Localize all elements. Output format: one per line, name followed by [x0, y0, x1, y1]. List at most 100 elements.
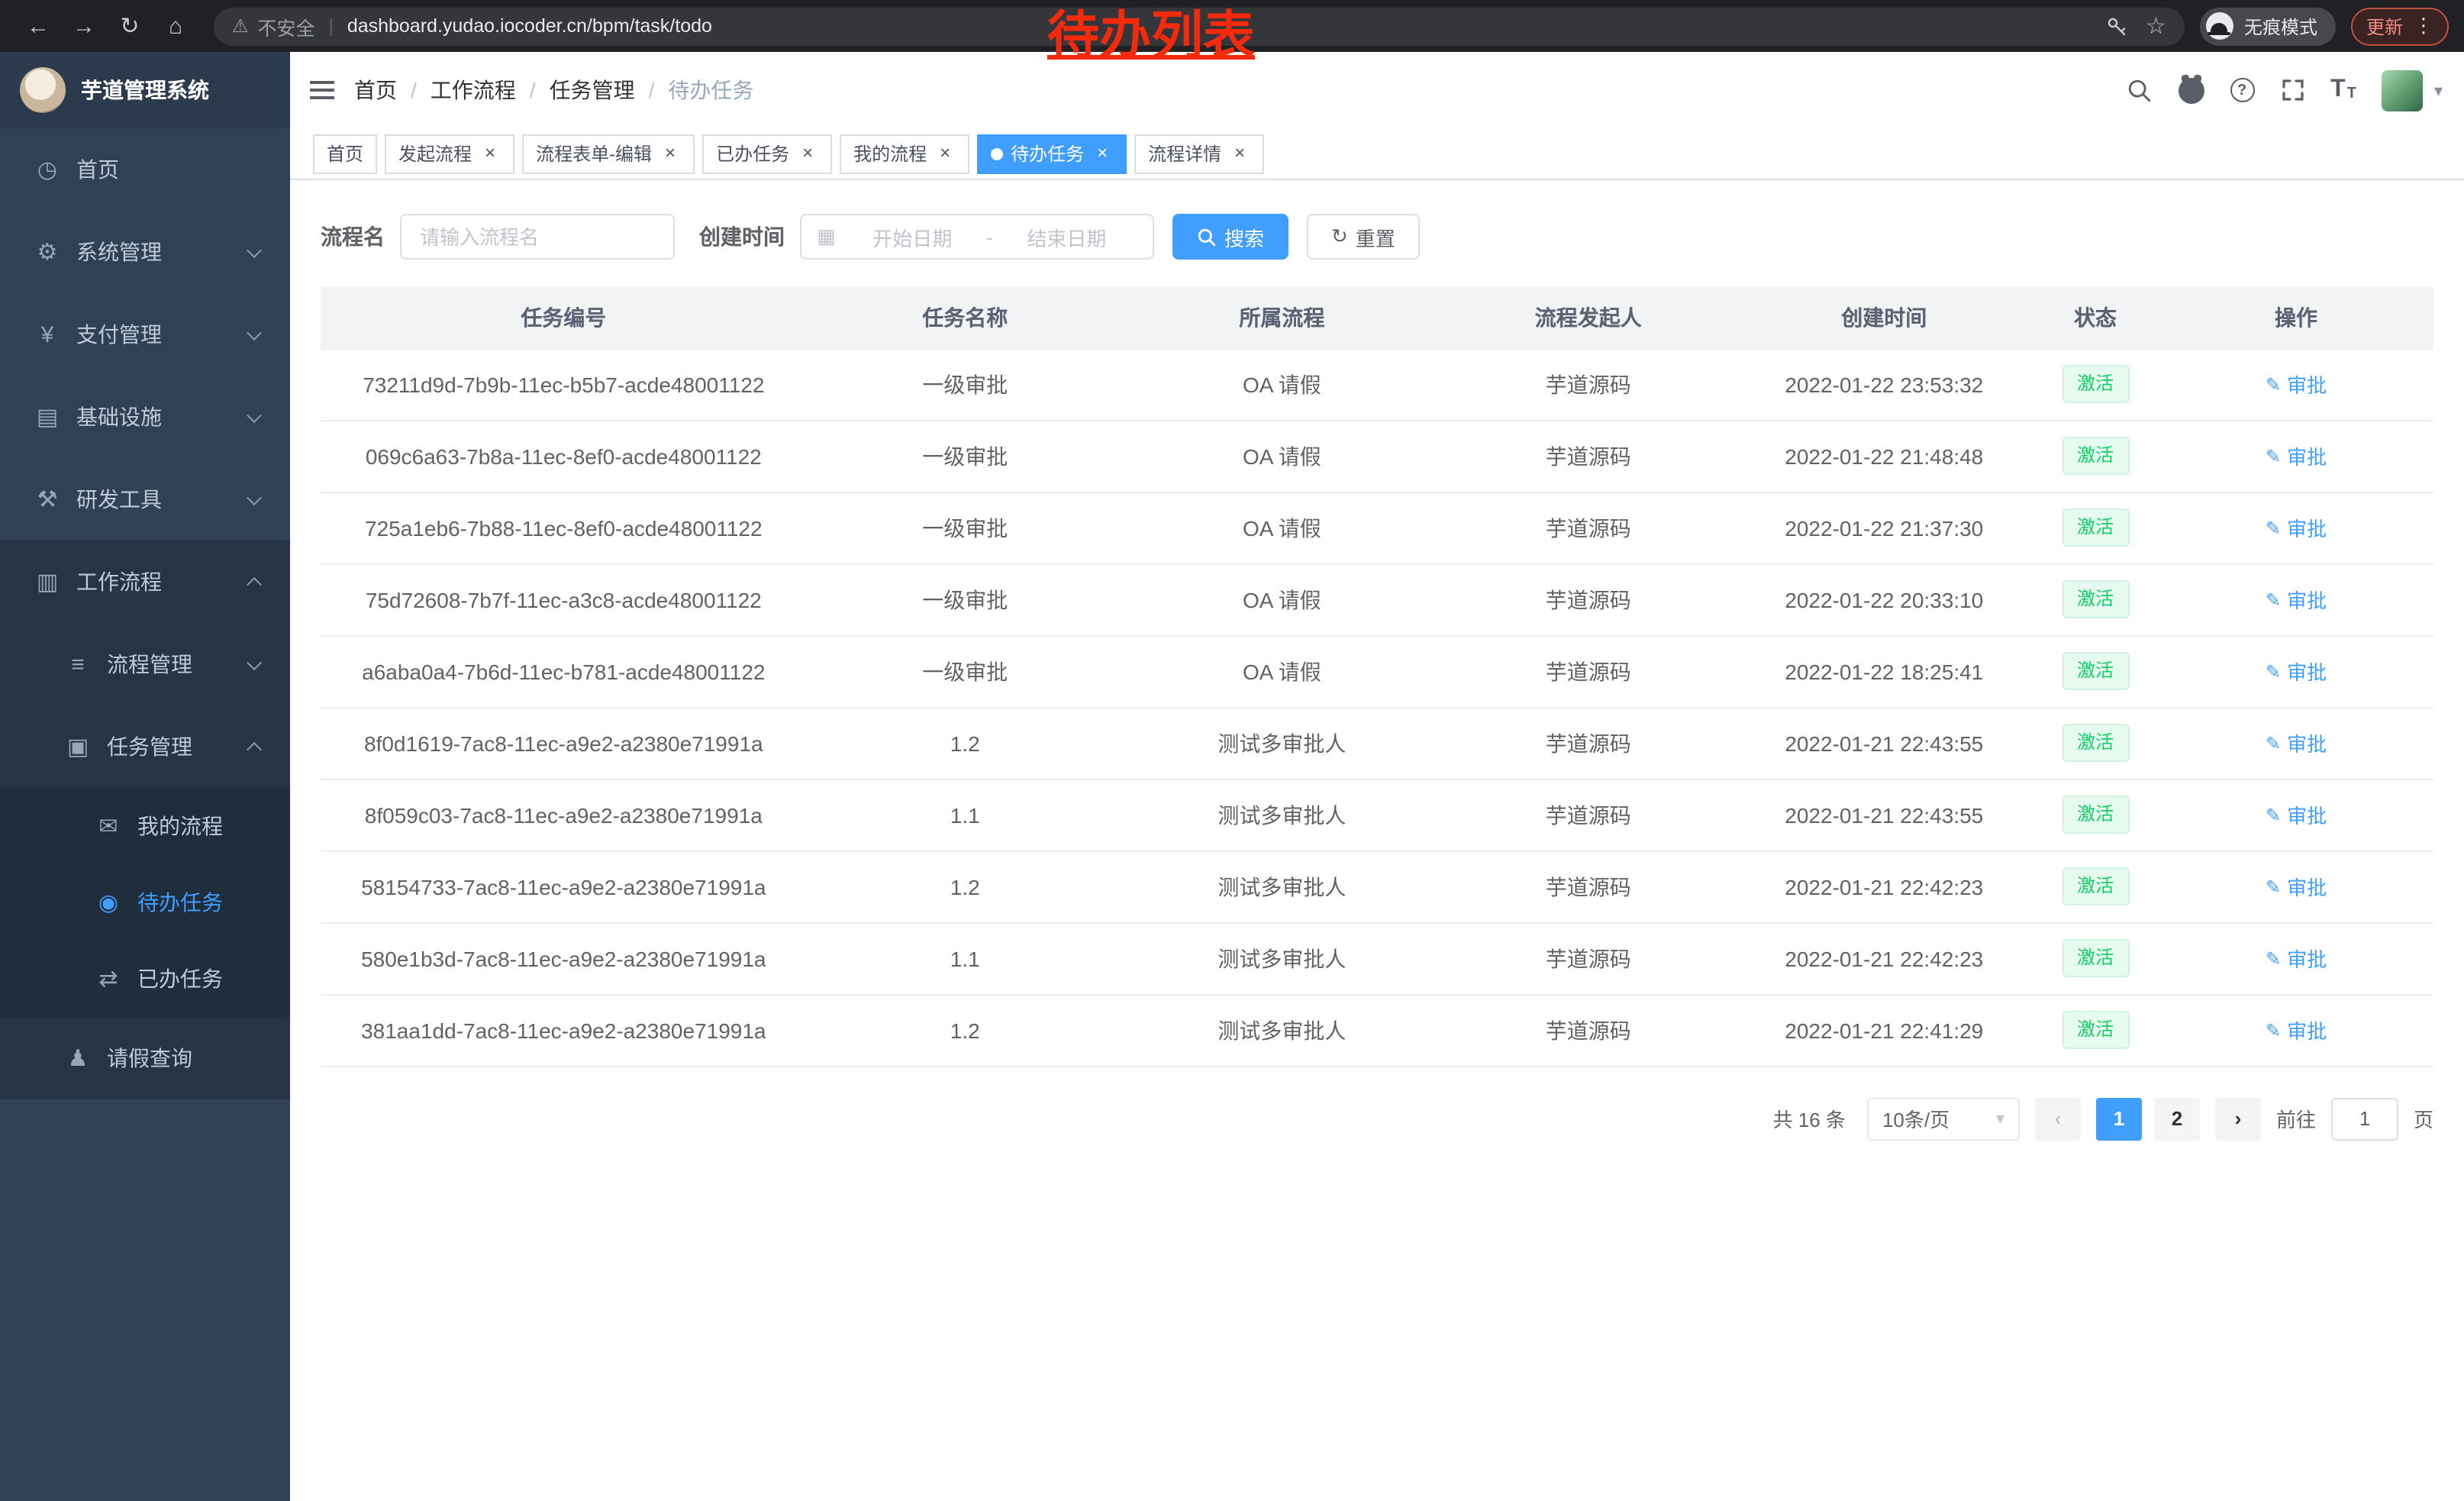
cell-task-name: 1.1 — [807, 779, 1124, 851]
page-button-2[interactable]: 2 — [2154, 1097, 2200, 1140]
sidebar-item-devtools[interactable]: ⚒ 研发工具 — [0, 458, 290, 541]
approve-button[interactable]: ✎ 审批 — [2266, 800, 2327, 829]
reset-button[interactable]: ↻ 重置 — [1307, 214, 1420, 260]
tab-已办任务[interactable]: 已办任务 × — [702, 134, 832, 173]
bookmark-star-icon[interactable]: ☆ — [2146, 12, 2166, 40]
back-icon[interactable]: ← — [15, 3, 61, 49]
col-created: 创建时间 — [1737, 287, 2033, 348]
status-badge: 激活 — [2062, 939, 2129, 977]
end-date-placeholder: 结束日期 — [996, 222, 1137, 251]
approve-button[interactable]: ✎ 审批 — [2266, 944, 2327, 973]
search-button-icon — [1197, 227, 1217, 247]
update-button[interactable]: 更新 ⋮ — [2351, 7, 2449, 45]
cell-actions: ✎ 审批 — [2159, 492, 2433, 563]
tab-流程详情[interactable]: 流程详情 × — [1134, 134, 1264, 173]
table-row[interactable]: 8f059c03-7ac8-11ec-a9e2-a2380e71991a 1.1… — [321, 779, 2433, 851]
cell-status: 激活 — [2032, 635, 2159, 707]
sidebar-item-infra[interactable]: ▤ 基础设施 — [0, 376, 290, 458]
table-row[interactable]: 73211d9d-7b9b-11ec-b5b7-acde48001122 一级审… — [321, 348, 2433, 420]
key-icon[interactable] — [2104, 15, 2127, 37]
tab-首页[interactable]: 首页 — [313, 134, 377, 173]
breadcrumb-item[interactable]: 首页 — [354, 75, 397, 105]
cell-created: 2022-01-22 20:33:10 — [1737, 563, 2033, 635]
tab-close-icon[interactable]: × — [934, 143, 956, 164]
next-page-button[interactable]: › — [2215, 1097, 2261, 1140]
approve-button[interactable]: ✎ 审批 — [2266, 585, 2327, 614]
cell-created: 2022-01-21 22:42:23 — [1737, 851, 2033, 922]
breadcrumb: 首页/工作流程/任务管理/待办任务 — [354, 75, 753, 105]
approve-button[interactable]: ✎ 审批 — [2266, 872, 2327, 901]
sidebar-toggle-button[interactable] — [290, 52, 354, 128]
table-row[interactable]: 725a1eb6-7b88-11ec-8ef0-acde48001122 一级审… — [321, 492, 2433, 563]
search-button[interactable]: 搜索 — [1172, 214, 1288, 260]
tab-流程表单-编辑[interactable]: 流程表单-编辑 × — [522, 134, 695, 173]
breadcrumb-separator: / — [411, 78, 417, 102]
tab-我的流程[interactable]: 我的流程 × — [840, 134, 969, 173]
fullscreen-icon[interactable] — [2280, 78, 2304, 102]
sidebar-item-leave-query[interactable]: ♟ 请假查询 — [0, 1017, 290, 1099]
sidebar-item-home[interactable]: ◷ 首页 — [0, 128, 290, 211]
cell-task-id: 75d72608-7b7f-11ec-a3c8-acde48001122 — [321, 563, 807, 635]
address-bar[interactable]: ⚠ 不安全 | dashboard.yudao.iocoder.cn/bpm/t… — [214, 7, 2185, 45]
sidebar-item-process-mgmt[interactable]: ≡ 流程管理 — [0, 623, 290, 705]
process-name-input[interactable] — [400, 214, 675, 260]
breadcrumb-item[interactable]: 工作流程 — [431, 75, 516, 105]
incognito-label: 无痕模式 — [2244, 13, 2317, 39]
font-size-icon[interactable]: TT — [2330, 78, 2356, 102]
sidebar-item-my-process[interactable]: ✉ 我的流程 — [0, 788, 290, 864]
table-row[interactable]: 580e1b3d-7ac8-11ec-a9e2-a2380e71991a 1.1… — [321, 922, 2433, 994]
sidebar-item-task-mgmt[interactable]: ▣ 任务管理 — [0, 705, 290, 788]
tab-close-icon[interactable]: × — [797, 143, 818, 164]
prev-page-button[interactable]: ‹ — [2035, 1097, 2081, 1140]
github-icon[interactable] — [2178, 77, 2204, 103]
search-icon[interactable] — [2126, 77, 2152, 103]
home-icon[interactable]: ⌂ — [153, 3, 198, 49]
refresh-icon[interactable]: ↻ — [107, 3, 153, 49]
app-logo[interactable]: 芋道管理系统 — [0, 52, 290, 128]
sidebar-item-todo-tasks[interactable]: ◉ 待办任务 — [0, 864, 290, 941]
table-row[interactable]: 381aa1dd-7ac8-11ec-a9e2-a2380e71991a 1.2… — [321, 994, 2433, 1066]
approve-button[interactable]: ✎ 审批 — [2266, 728, 2327, 757]
goto-page-input[interactable] — [2331, 1097, 2398, 1140]
help-icon[interactable]: ? — [2230, 78, 2254, 102]
tab-close-icon[interactable]: × — [660, 143, 681, 164]
cell-created: 2022-01-22 18:25:41 — [1737, 635, 2033, 707]
chevron-up-icon — [247, 576, 262, 592]
table-row[interactable]: 069c6a63-7b8a-11ec-8ef0-acde48001122 一级审… — [321, 420, 2433, 492]
sidebar-item-payment[interactable]: ¥ 支付管理 — [0, 293, 290, 376]
avatar-caret-icon[interactable]: ▾ — [2434, 80, 2443, 100]
browser-menu-dots-icon[interactable]: ⋮ — [2414, 14, 2433, 38]
table-row[interactable]: 75d72608-7b7f-11ec-a3c8-acde48001122 一级审… — [321, 563, 2433, 635]
tab-close-icon[interactable]: × — [1229, 143, 1250, 164]
table-row[interactable]: a6aba0a4-7b6d-11ec-b781-acde48001122 一级审… — [321, 635, 2433, 707]
cell-created: 2022-01-22 21:37:30 — [1737, 492, 2033, 563]
approve-button[interactable]: ✎ 审批 — [2266, 657, 2327, 686]
tab-close-icon[interactable]: × — [1092, 143, 1113, 164]
sidebar-item-done-tasks[interactable]: ⇄ 已办任务 — [0, 941, 290, 1017]
breadcrumb-item[interactable]: 任务管理 — [550, 75, 635, 105]
approve-button[interactable]: ✎ 审批 — [2266, 370, 2327, 399]
tools-icon: ⚒ — [31, 486, 64, 513]
tab-待办任务[interactable]: 待办任务 × — [977, 134, 1127, 173]
table-row[interactable]: 8f0d1619-7ac8-11ec-a9e2-a2380e71991a 1.2… — [321, 707, 2433, 779]
approve-button[interactable]: ✎ 审批 — [2266, 513, 2327, 542]
approve-button[interactable]: ✎ 审批 — [2266, 441, 2327, 470]
sidebar-item-workflow[interactable]: ▥ 工作流程 — [0, 541, 290, 623]
task-table-body: 73211d9d-7b9b-11ec-b5b7-acde48001122 一级审… — [321, 348, 2433, 1066]
forward-icon[interactable]: → — [61, 3, 107, 49]
tab-发起流程[interactable]: 发起流程 × — [385, 134, 514, 173]
table-row[interactable]: 58154733-7ac8-11ec-a9e2-a2380e71991a 1.2… — [321, 851, 2433, 922]
cell-actions: ✎ 审批 — [2159, 707, 2433, 779]
page-size-value: 10条/页 — [1882, 1104, 1950, 1133]
approve-button[interactable]: ✎ 审批 — [2266, 1015, 2327, 1044]
page-button-1[interactable]: 1 — [2096, 1097, 2142, 1140]
date-range-picker[interactable]: ▦ 开始日期 - 结束日期 — [800, 214, 1154, 260]
edit-icon: ✎ — [2266, 732, 2281, 754]
yen-icon: ¥ — [31, 321, 64, 347]
sidebar-item-system[interactable]: ⚙ 系统管理 — [0, 211, 290, 293]
edit-icon: ✎ — [2266, 947, 2281, 969]
chevron-up-icon — [247, 741, 262, 757]
user-avatar[interactable] — [2382, 69, 2424, 111]
page-size-select[interactable]: 10条/页 ▾ — [1867, 1097, 2020, 1140]
tab-close-icon[interactable]: × — [479, 143, 501, 164]
